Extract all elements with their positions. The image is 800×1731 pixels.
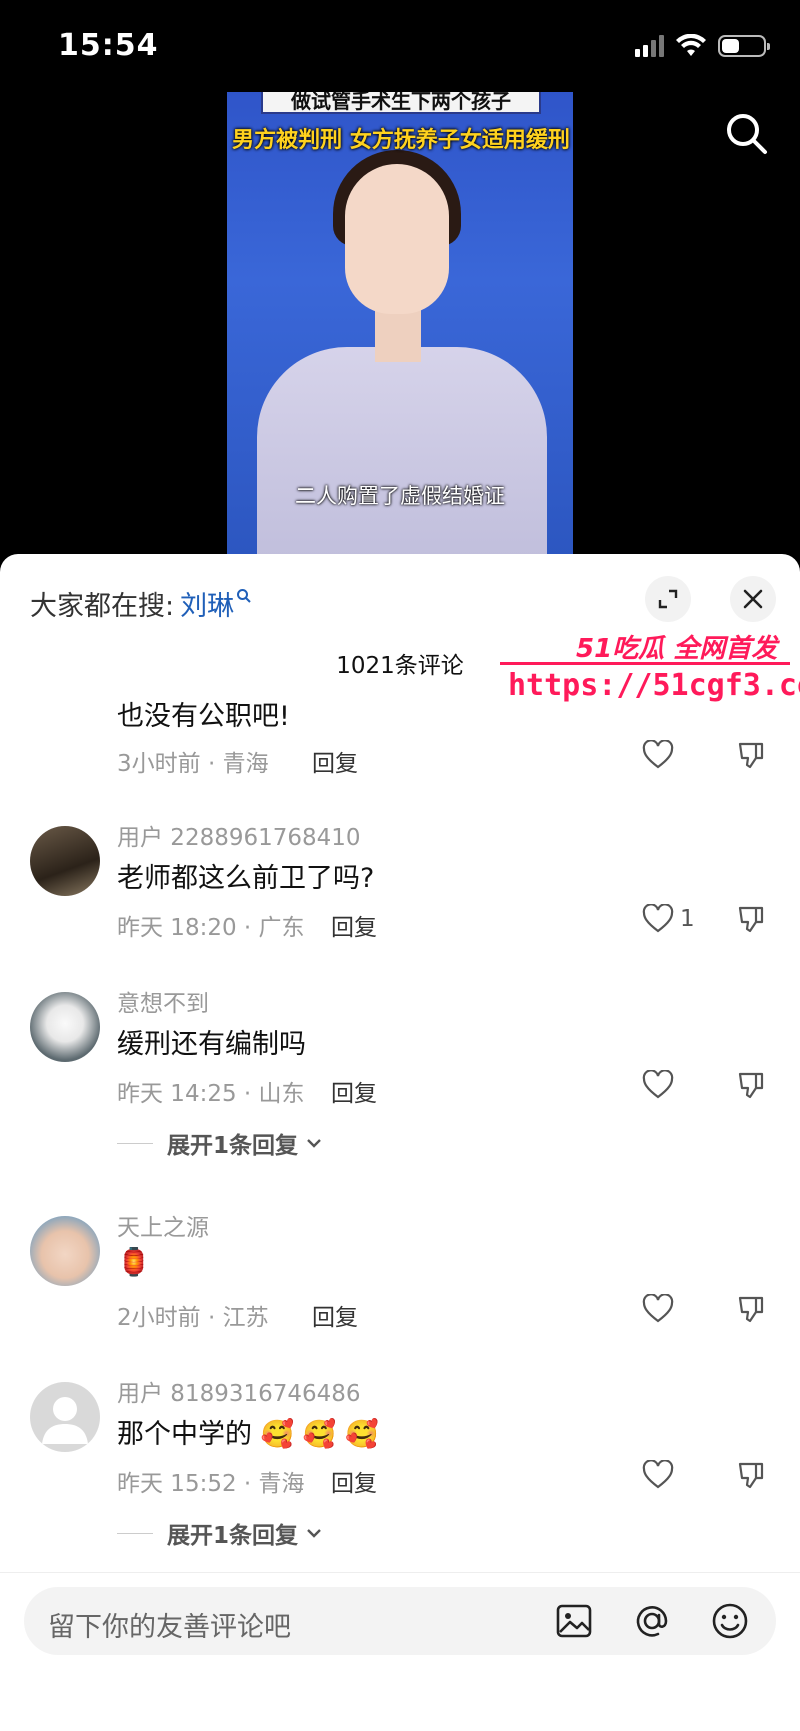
search-suggestion-keyword[interactable]: 刘琳 bbox=[180, 584, 234, 623]
comment-text: 缓刑还有编制吗 bbox=[117, 1029, 306, 1060]
heart-icon bbox=[642, 1070, 674, 1099]
comment-username[interactable]: 用户 8189316746486 bbox=[117, 1374, 361, 1408]
reply-button[interactable]: 回复 bbox=[331, 1464, 377, 1498]
dislike-icon[interactable] bbox=[736, 740, 766, 770]
comment-text: 那个中学的 🥰 🥰 🥰 bbox=[117, 1419, 379, 1450]
image-icon[interactable] bbox=[554, 1601, 594, 1641]
comment-sheet: 大家都在搜: 刘琳 1021条评论 51吃瓜 全网首发 https://51cg… bbox=[0, 554, 800, 1731]
search-suggestion-label: 大家都在搜: bbox=[30, 591, 175, 622]
reply-button[interactable]: 回复 bbox=[331, 908, 377, 942]
battery-icon bbox=[718, 35, 770, 57]
comment-text: 也没有公职吧! bbox=[117, 701, 290, 732]
comment-input-bar: 留下你的友善评论吧 bbox=[0, 1572, 800, 1731]
anchor-face bbox=[345, 164, 449, 314]
default-avatar[interactable] bbox=[30, 1382, 100, 1452]
video-player[interactable]: 做试管手术生下两个孩子 男方被判刑 女方抚养子女适用缓刑 二人购置了虚假结婚证 bbox=[227, 92, 573, 562]
expand-button[interactable] bbox=[645, 576, 691, 622]
comment-meta: 昨天 18:20 · 广东 bbox=[117, 915, 305, 941]
dislike-icon[interactable] bbox=[736, 1294, 766, 1324]
avatar[interactable] bbox=[30, 1216, 100, 1286]
like-button[interactable] bbox=[642, 1460, 674, 1490]
search-suggestion[interactable]: 大家都在搜: 刘琳 bbox=[30, 584, 252, 623]
status-bar: 15:54 bbox=[0, 0, 800, 96]
comment-text: 老师都这么前卫了吗? bbox=[117, 863, 375, 894]
comment-meta: 3小时前 · 青海 bbox=[117, 751, 269, 777]
status-icons bbox=[635, 34, 770, 58]
video-headline: 男方被判刑 女方抚养子女适用缓刑 bbox=[232, 128, 570, 153]
divider bbox=[117, 1142, 153, 1144]
heart-icon bbox=[642, 1294, 674, 1323]
dislike-icon[interactable] bbox=[736, 1070, 766, 1100]
expand-replies-label: 展开1条回复 bbox=[167, 1133, 299, 1159]
reply-button[interactable]: 回复 bbox=[331, 1074, 377, 1108]
expand-replies-button[interactable]: 展开1条回复 bbox=[117, 1516, 324, 1550]
expand-replies-button[interactable]: 展开1条回复 bbox=[117, 1126, 324, 1160]
avatar[interactable] bbox=[30, 992, 100, 1062]
dislike-icon[interactable] bbox=[736, 1460, 766, 1490]
reply-button[interactable]: 回复 bbox=[312, 1298, 358, 1332]
heart-icon bbox=[642, 1460, 674, 1489]
chevron-down-icon bbox=[307, 1139, 321, 1148]
small-search-icon bbox=[237, 588, 251, 603]
watermark-url: https://51cgf3.com bbox=[508, 668, 800, 703]
comment-username[interactable]: 意想不到 bbox=[117, 984, 209, 1018]
reply-button[interactable]: 回复 bbox=[312, 744, 358, 778]
close-icon bbox=[743, 589, 763, 609]
video-subtitle: 二人购置了虚假结婚证 bbox=[295, 484, 505, 508]
watermark-title: 51吃瓜 全网首发 bbox=[576, 634, 778, 664]
comment-input-placeholder: 留下你的友善评论吧 bbox=[48, 1612, 291, 1643]
at-mention-icon[interactable] bbox=[632, 1601, 672, 1641]
watermark: 51吃瓜 全网首发 https://51cgf3.com bbox=[496, 628, 800, 708]
search-icon[interactable] bbox=[723, 110, 771, 158]
wifi-icon bbox=[676, 34, 706, 56]
watermark-line bbox=[500, 662, 790, 665]
close-button[interactable] bbox=[730, 576, 776, 622]
comment-input[interactable]: 留下你的友善评论吧 bbox=[24, 1587, 776, 1655]
comment-username[interactable]: 用户 2288961768410 bbox=[117, 818, 361, 852]
expand-replies-label: 展开1条回复 bbox=[167, 1523, 299, 1549]
like-button[interactable] bbox=[642, 1070, 674, 1100]
status-time: 15:54 bbox=[58, 28, 159, 63]
user-silhouette-icon bbox=[42, 1397, 88, 1444]
chevron-down-icon bbox=[307, 1529, 321, 1538]
avatar[interactable] bbox=[30, 826, 100, 896]
cellular-signal-icon bbox=[635, 35, 664, 57]
heart-icon bbox=[642, 740, 674, 769]
like-button[interactable] bbox=[642, 1294, 674, 1324]
like-count: 1 bbox=[680, 906, 695, 932]
comment-username[interactable]: 天上之源 bbox=[117, 1208, 209, 1242]
divider bbox=[117, 1532, 153, 1534]
comment-text: 🏮 bbox=[117, 1247, 151, 1278]
expand-icon bbox=[658, 589, 678, 609]
anchor-body bbox=[257, 347, 547, 562]
emoji-icon[interactable] bbox=[710, 1601, 750, 1641]
like-button[interactable] bbox=[642, 740, 674, 770]
comment-meta: 昨天 14:25 · 山东 bbox=[117, 1081, 305, 1107]
comment-meta: 2小时前 · 江苏 bbox=[117, 1305, 269, 1331]
dislike-icon[interactable] bbox=[736, 904, 766, 934]
like-button[interactable]: 1 bbox=[642, 904, 695, 934]
comment-meta: 昨天 15:52 · 青海 bbox=[117, 1471, 305, 1497]
video-top-caption: 做试管手术生下两个孩子 bbox=[261, 92, 541, 114]
heart-icon bbox=[642, 904, 674, 933]
